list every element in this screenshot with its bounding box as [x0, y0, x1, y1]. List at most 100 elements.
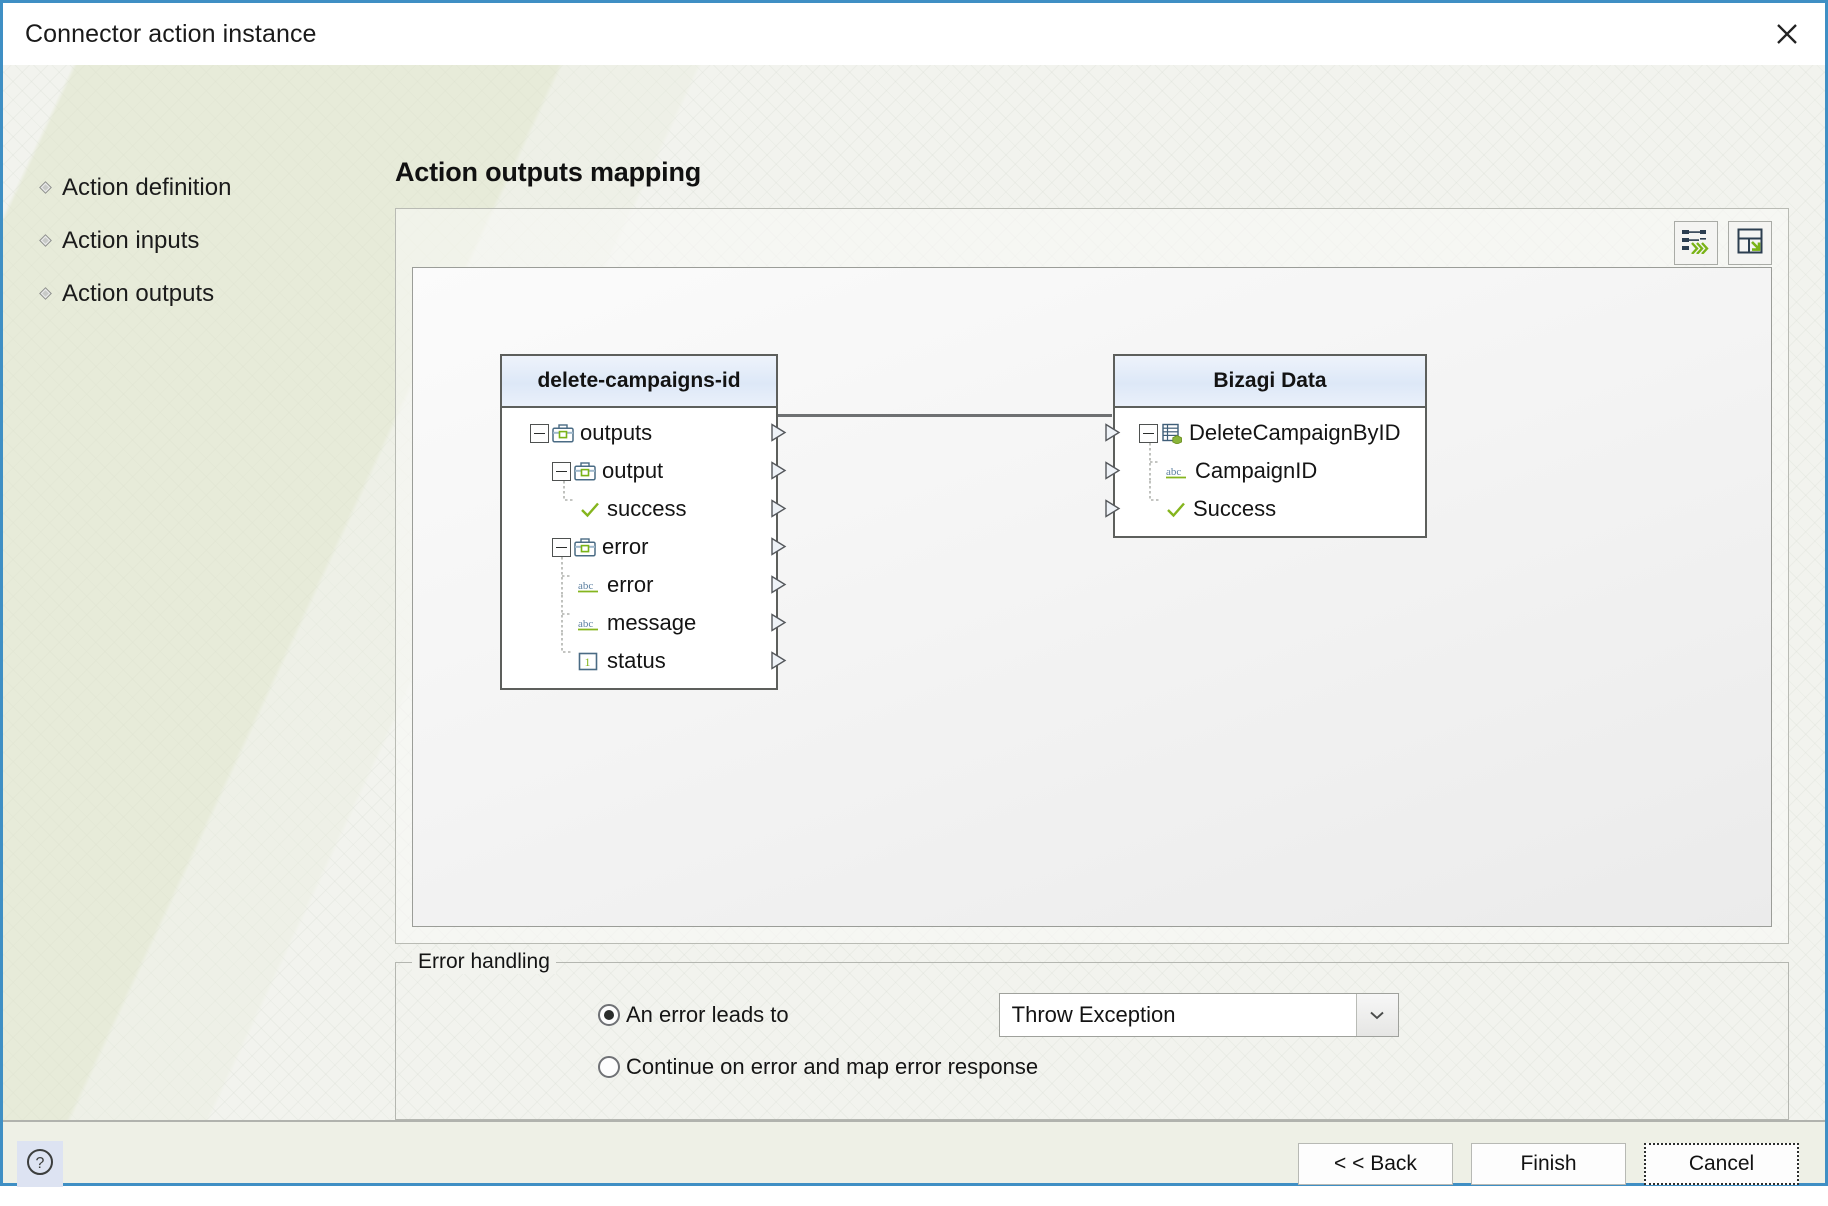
tree-row-label: output — [602, 458, 664, 483]
window-title: Connector action instance — [25, 19, 317, 48]
row-connector-arrow-icon[interactable] — [770, 651, 787, 670]
tree-elbow-icon — [558, 632, 576, 671]
row-connector-arrow-icon[interactable] — [770, 499, 787, 518]
target-node-bizagi-data: Bizagi Data DeleteCampaignByID abc Campa… — [1105, 354, 1427, 538]
tree-row-label: DeleteCampaignByID — [1189, 420, 1401, 445]
cancel-button[interactable]: Cancel — [1644, 1143, 1799, 1185]
radio-button-error-leads-to[interactable] — [598, 1004, 620, 1026]
tree-row-message[interactable]: abc message — [502, 594, 787, 642]
titlebar: Connector action instance — [3, 3, 1825, 65]
close-icon — [1774, 21, 1800, 47]
tree-row-label: CampaignID — [1195, 458, 1318, 483]
tree-row-error-group[interactable]: error — [502, 528, 787, 566]
row-connector-arrow-icon[interactable] — [770, 423, 787, 442]
tree-elbow-icon — [560, 480, 578, 519]
check-icon — [579, 500, 601, 519]
tree-row-output[interactable]: output — [502, 452, 787, 490]
expander-icon[interactable] — [530, 423, 549, 443]
save-mapping-button[interactable] — [1728, 221, 1772, 265]
target-node-title: Bizagi Data — [1115, 356, 1425, 408]
tree-tee-icon — [558, 594, 576, 633]
row-connector-arrow-icon[interactable] — [1104, 499, 1121, 518]
error-action-dropdown-value: Throw Exception — [1011, 1002, 1176, 1027]
tree-row-label: status — [607, 648, 666, 673]
tree-elbow-icon — [1146, 480, 1164, 519]
row-connector-arrow-icon[interactable] — [770, 461, 787, 480]
mapping-connection-line[interactable] — [764, 414, 1112, 417]
source-node-delete-campaigns-id: delete-campaigns-id outputs output succe… — [500, 354, 787, 690]
diamond-bullet-icon — [39, 181, 52, 194]
svg-text:?: ? — [36, 1155, 45, 1172]
expander-icon[interactable] — [552, 537, 571, 557]
main-content: Action outputs mapping delete-campaigns-… — [395, 65, 1825, 1120]
abc-icon: abc — [577, 576, 601, 595]
mapping-canvas[interactable]: delete-campaigns-id outputs output succe… — [412, 267, 1772, 927]
row-connector-arrow-icon[interactable] — [1104, 461, 1121, 480]
expander-icon[interactable] — [552, 461, 571, 481]
close-button[interactable] — [1749, 3, 1825, 65]
save-mapping-icon — [1736, 227, 1764, 260]
mapping-toolbar — [406, 219, 1778, 267]
error-handling-title: Error handling — [412, 950, 556, 974]
page-title: Action outputs mapping — [395, 157, 702, 187]
target-node-rows: DeleteCampaignByID abc CampaignID Succes… — [1105, 408, 1425, 536]
tree-row-label: message — [607, 610, 697, 635]
check-icon — [1165, 500, 1187, 519]
radio-button-continue-on-error[interactable] — [598, 1056, 620, 1078]
sidebar-item-label: Action definition — [62, 173, 232, 201]
tree-row-error-field[interactable]: abc error — [502, 556, 787, 604]
sidebar-item-action-inputs[interactable]: Action inputs — [3, 214, 395, 267]
svg-text:1: 1 — [585, 655, 591, 669]
radio-option-continue-on-error[interactable]: Continue on error and map error response — [396, 1041, 1788, 1093]
wizard-steps-sidebar: Action definition Action inputs Action o… — [3, 65, 395, 1120]
briefcase-icon — [574, 461, 596, 481]
entity-icon — [1161, 423, 1183, 444]
tree-row-label: error — [607, 572, 654, 597]
abc-icon: abc — [1165, 462, 1189, 481]
tree-row-status[interactable]: 1 status — [502, 632, 787, 680]
tree-tee-icon — [558, 556, 576, 595]
source-node-rows: outputs output success error abc error a… — [502, 408, 787, 688]
back-button[interactable]: < < Back — [1298, 1143, 1453, 1185]
briefcase-icon — [574, 537, 596, 557]
radio-label-error-leads-to: An error leads to — [626, 1002, 789, 1027]
row-connector-arrow-icon[interactable] — [770, 537, 787, 556]
abc-icon: abc — [577, 614, 601, 633]
question-mark-icon: ? — [25, 1147, 55, 1182]
tree-row-label: outputs — [580, 420, 653, 445]
svg-text:abc: abc — [578, 618, 593, 630]
radio-option-error-leads-to[interactable]: An error leads to — [396, 989, 789, 1041]
tree-row-label: error — [602, 534, 649, 559]
diamond-bullet-icon — [39, 287, 52, 300]
tree-tee-icon — [1146, 442, 1164, 481]
expander-icon[interactable] — [1139, 423, 1158, 443]
sidebar-item-action-outputs[interactable]: Action outputs — [3, 267, 395, 320]
tree-row-success[interactable]: success — [502, 480, 787, 528]
tree-row-label: Success — [1193, 496, 1277, 521]
tree-row-success-target[interactable]: Success — [1105, 480, 1425, 528]
number-icon: 1 — [577, 651, 601, 672]
row-connector-arrow-icon[interactable] — [1104, 423, 1121, 442]
row-connector-arrow-icon[interactable] — [770, 575, 787, 594]
svg-text:abc: abc — [578, 580, 593, 592]
briefcase-icon — [552, 423, 574, 443]
sidebar-item-action-definition[interactable]: Action definition — [3, 161, 395, 214]
help-button[interactable]: ? — [17, 1141, 63, 1187]
auto-map-button[interactable] — [1674, 221, 1718, 265]
row-connector-arrow-icon[interactable] — [770, 613, 787, 632]
sidebar-item-label: Action inputs — [62, 226, 200, 254]
dialog-body: Action definition Action inputs Action o… — [3, 65, 1825, 1120]
tree-row-outputs[interactable]: outputs — [502, 414, 787, 452]
source-node-title: delete-campaigns-id — [502, 356, 776, 408]
finish-button[interactable]: Finish — [1471, 1143, 1626, 1185]
connector-action-instance-dialog: Connector action instance Action definit… — [0, 0, 1828, 1187]
chevron-down-icon[interactable] — [1355, 994, 1398, 1036]
dialog-footer: ? < < Back Finish Cancel — [3, 1120, 1825, 1206]
error-action-dropdown[interactable]: Throw Exception — [998, 993, 1399, 1037]
auto-map-icon — [1681, 228, 1711, 259]
error-handling-group: Error handling An error leads to Throw E… — [395, 950, 1789, 1120]
svg-text:abc: abc — [1166, 466, 1181, 478]
mapping-panel: delete-campaigns-id outputs output succe… — [395, 208, 1789, 944]
sidebar-item-label: Action outputs — [62, 279, 215, 307]
footer-buttons: < < Back Finish Cancel — [1298, 1143, 1799, 1185]
